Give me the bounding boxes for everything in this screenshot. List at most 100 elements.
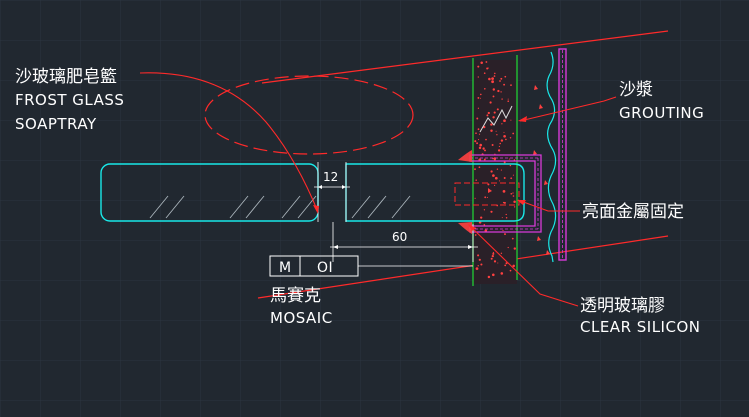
mortar-dot [477,96,480,99]
mortar-dot [492,174,495,177]
mortar-dot [485,138,487,141]
mortar-dot [490,123,493,126]
grouting-en: GROUTING [619,104,704,122]
mortar-dot [475,267,479,270]
mortar-dot [510,177,513,180]
soaptray-en-1: FROST GLASS [15,91,124,109]
mortar-dot [491,80,494,84]
mortar-dot [476,117,479,120]
mortar-dot [500,169,502,171]
mortar-dot [504,75,507,78]
mortar-dot [503,177,506,179]
mortar-dot [483,72,486,75]
silicon-cn: 透明玻璃膠 [580,296,665,316]
mortar-dot [497,262,499,264]
mortar-dot [502,229,504,232]
mortar-dot [477,65,480,68]
mortar-dot [493,75,496,77]
mosaic-en: MOSAIC [270,309,333,327]
mortar-dot [513,200,516,203]
mortar-dot [500,139,504,142]
mortar-dot [480,97,481,99]
mortar-dot [497,89,500,93]
grouting-cn: 沙漿 [619,80,653,100]
mortar-dot [513,206,516,208]
mortar-dot [490,210,493,213]
mortar-dot [491,254,494,258]
mortar-dot [488,77,491,81]
mortar-dot [487,67,489,69]
mortar-dot [484,149,486,152]
mosaic-cn: 馬賽克 [270,285,321,306]
mortar-dot [480,216,483,219]
mortar-dot [497,149,501,152]
mortar-dot [509,158,511,160]
mortar-dot [492,88,496,91]
mortar-dot [492,251,494,254]
mortar-dot [483,158,486,161]
mortar-dot [478,139,480,141]
mortar-dot [499,142,501,145]
mortar-dot [502,201,505,204]
mortar-dot [494,176,498,180]
mortar-dot [491,77,494,80]
mortar-dot [492,252,495,255]
soaptray-cn: 沙玻璃肥皂籃 [15,67,117,87]
mortar-dot [510,192,513,195]
mortar-dot [476,142,479,145]
mortar-dot [486,114,489,117]
mortar-dot [501,217,503,219]
mortar-dot [487,111,490,115]
mortar-dot [491,144,494,146]
mortar-dot [510,119,512,121]
mortar-dot [504,264,507,267]
gap-dimension-label: 12 [323,170,338,184]
mortar-dot [477,128,480,131]
mortar-dot [493,111,496,114]
mortar-dot [483,224,486,226]
mortar-dot [501,98,503,100]
mortar-dot [480,263,483,266]
mortar-dot [477,107,480,109]
mortar-dot [477,265,479,267]
mortar-dot [474,197,476,199]
mortar-dot [496,134,498,136]
mortar-dot [503,134,506,138]
silicon-en: CLEAR SILICON [580,318,701,336]
mortar-dot [490,170,493,173]
mortar-dot [493,260,497,263]
mortar-dot [494,72,496,75]
mortar-dot [494,184,496,186]
mortar-dot [477,76,479,78]
mortar-dot [484,88,486,90]
mortar-dot [478,133,481,135]
mortar-dot [505,138,507,141]
mortar-dot [480,61,483,64]
mortar-dot [489,101,492,104]
tag-m: M [279,260,292,276]
mortar-dot [483,147,485,149]
mortar-dot [512,174,514,176]
mortar-dot [509,164,512,167]
mortar-dot [507,246,509,249]
mortar-dot [480,93,482,96]
mortar-dot [502,190,506,193]
mortar-dot [474,140,477,143]
metal-fix-cn: 亮面金屬固定 [582,202,684,222]
mortar-dot [513,247,516,250]
mortar-dot [500,77,503,80]
mortar-dot [474,234,477,236]
mortar-dot [500,252,503,255]
length-dimension-label: 60 [392,230,407,244]
mortar-dot [492,273,495,277]
tag-code: OI [317,260,333,276]
mortar-dot [503,161,506,164]
mortar-dot [500,272,504,275]
mortar-dot [509,137,512,139]
label-metal-fix: 亮面金屬固定 [582,202,684,222]
mortar-dot [501,123,503,125]
mortar-dot [492,116,495,119]
mortar-dot [478,166,481,169]
mortar-dot [484,196,487,199]
mortar-dot [496,108,499,111]
